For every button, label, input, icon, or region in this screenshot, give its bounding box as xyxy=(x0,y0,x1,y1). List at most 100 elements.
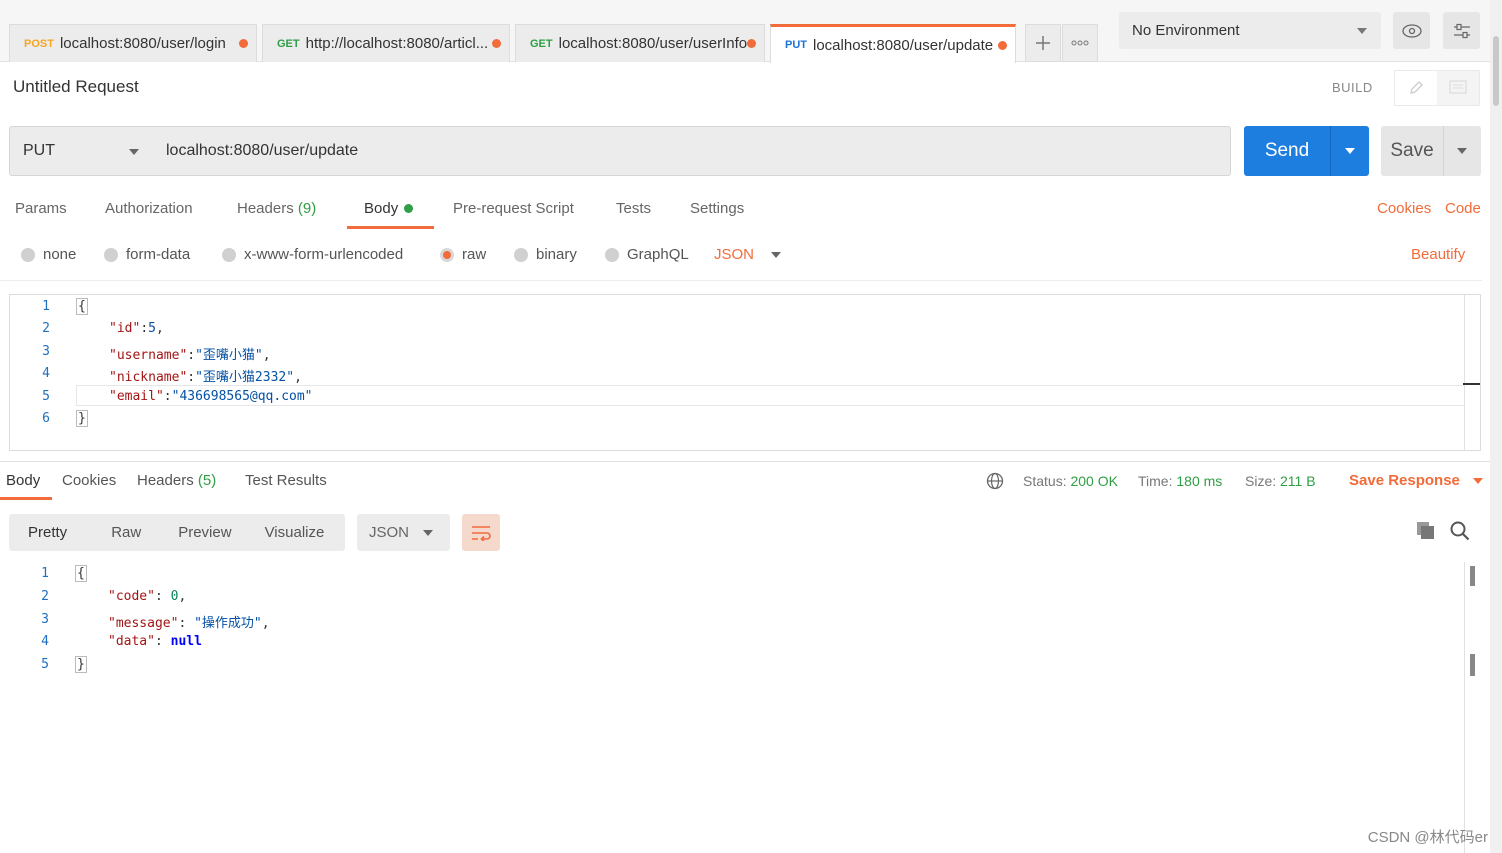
response-tab-body[interactable]: Body xyxy=(6,472,40,489)
environment-select[interactable]: No Environment xyxy=(1119,12,1381,49)
unsaved-dot-icon xyxy=(492,39,501,48)
view-preview-button[interactable]: Preview xyxy=(141,524,231,541)
line-number: 5 xyxy=(41,657,49,672)
code-link[interactable]: Code xyxy=(1445,200,1481,217)
settings-sliders-icon xyxy=(1453,23,1470,38)
request-title[interactable]: Untitled Request xyxy=(13,77,139,97)
json-value: "操作成功" xyxy=(194,616,262,631)
line-number: 2 xyxy=(42,321,50,336)
chevron-down-icon xyxy=(129,149,139,155)
scroll-marker xyxy=(1463,383,1480,385)
format-value: JSON xyxy=(714,246,755,263)
tab-settings[interactable]: Settings xyxy=(690,200,744,217)
tab-body[interactable]: Body xyxy=(364,200,414,217)
code-line: "email":"436698565@qq.com" xyxy=(109,389,313,404)
radio-urlencoded[interactable]: x-www-form-urlencoded xyxy=(222,246,403,263)
url-input[interactable]: localhost:8080/user/update xyxy=(152,126,1231,176)
globe-icon[interactable] xyxy=(986,472,1004,494)
view-visualize-button[interactable]: Visualize xyxy=(232,524,325,541)
time-value[interactable]: 180 ms xyxy=(1176,473,1222,489)
body-format-select[interactable]: JSON xyxy=(714,246,782,263)
save-response-label: Save Response xyxy=(1349,472,1460,489)
code-line: "data": null xyxy=(108,634,202,649)
radio-circle xyxy=(21,247,35,262)
view-raw-button[interactable]: Raw xyxy=(67,524,141,541)
response-divider[interactable] xyxy=(0,461,1502,462)
unsaved-dot-icon xyxy=(998,41,1007,50)
radio-graphql[interactable]: GraphQL xyxy=(605,246,689,263)
search-button[interactable] xyxy=(1450,521,1470,545)
beautify-link[interactable]: Beautify xyxy=(1411,246,1465,263)
view-pretty-button[interactable]: Pretty xyxy=(9,524,67,541)
scroll-thumb[interactable] xyxy=(1470,654,1475,676)
save-button[interactable]: Save xyxy=(1381,126,1481,176)
chevron-down-icon xyxy=(771,251,782,258)
request-tab-article[interactable]: GET http://localhost:8080/articl... xyxy=(262,24,510,62)
comments-button[interactable] xyxy=(1437,71,1479,105)
more-options-icon xyxy=(1071,40,1089,46)
response-status: Status: 200 OK xyxy=(1023,473,1118,489)
send-button[interactable]: Send xyxy=(1244,126,1369,176)
chevron-down-icon xyxy=(1457,148,1467,154)
response-body-viewer[interactable]: 1 2 3 4 5 { "code": 0, "message": "操作成功"… xyxy=(0,562,1482,853)
wrap-lines-icon xyxy=(472,525,491,541)
request-tab-login[interactable]: POST localhost:8080/user/login xyxy=(9,24,257,62)
send-options-button[interactable] xyxy=(1331,126,1369,176)
tab-tests[interactable]: Tests xyxy=(616,200,651,217)
more-tabs-button[interactable] xyxy=(1062,24,1098,62)
radio-raw[interactable]: raw xyxy=(440,246,486,263)
comment-icon xyxy=(1449,80,1467,94)
save-response-button[interactable]: Save Response xyxy=(1349,472,1484,489)
line-number: 3 xyxy=(42,344,50,359)
line-number: 4 xyxy=(42,366,50,381)
save-options-button[interactable] xyxy=(1444,126,1481,176)
mode-label: BUILD xyxy=(1332,80,1373,95)
tab-url: localhost:8080/user/update xyxy=(813,36,994,54)
response-scrollbar[interactable] xyxy=(1464,562,1482,853)
status-value[interactable]: 200 OK xyxy=(1070,473,1117,489)
editor-scrollbar[interactable] xyxy=(1464,295,1480,450)
wrap-lines-button[interactable] xyxy=(462,514,500,551)
divider xyxy=(0,280,1482,281)
tab-params[interactable]: Params xyxy=(15,200,67,217)
size-value[interactable]: 211 B xyxy=(1280,473,1316,489)
response-tab-test-results[interactable]: Test Results xyxy=(245,472,327,489)
eye-icon xyxy=(1401,23,1422,38)
environment-label: No Environment xyxy=(1132,22,1240,39)
active-tab-underline xyxy=(0,497,52,500)
response-format-select[interactable]: JSON xyxy=(357,514,450,551)
radio-form-data[interactable]: form-data xyxy=(104,246,190,263)
copy-icon xyxy=(1417,522,1434,539)
radio-none[interactable]: none xyxy=(21,246,76,263)
window-scroll-thumb[interactable] xyxy=(1493,36,1499,106)
request-body-editor[interactable]: 1 2 3 4 5 6 { "id":5, "username":"歪嘴小猫",… xyxy=(9,294,1481,451)
line-number: 1 xyxy=(41,566,49,581)
tab-pre-request-script[interactable]: Pre-request Script xyxy=(453,200,574,217)
response-tab-headers[interactable]: Headers (5) xyxy=(137,472,216,489)
request-tab-userinfo[interactable]: GET localhost:8080/user/userInfo xyxy=(515,24,765,62)
radio-label: binary xyxy=(536,246,577,263)
json-key: "nickname" xyxy=(109,370,188,385)
tab-headers[interactable]: Headers (9) xyxy=(237,200,316,217)
tab-method: PUT xyxy=(785,39,807,51)
copy-button[interactable] xyxy=(1416,521,1436,545)
cookies-link[interactable]: Cookies xyxy=(1377,200,1431,217)
tab-method: GET xyxy=(530,37,553,50)
tab-authorization[interactable]: Authorization xyxy=(105,200,193,217)
scroll-thumb[interactable] xyxy=(1470,566,1475,586)
code-line: { xyxy=(75,565,87,582)
environment-quick-look-button[interactable] xyxy=(1393,12,1430,49)
code-line: } xyxy=(76,410,88,427)
request-tab-update[interactable]: PUT localhost:8080/user/update xyxy=(770,24,1016,63)
response-tab-cookies[interactable]: Cookies xyxy=(62,472,116,489)
json-comma: , xyxy=(155,321,164,336)
new-tab-button[interactable] xyxy=(1025,24,1061,62)
method-select[interactable]: PUT xyxy=(9,126,153,176)
edit-button[interactable] xyxy=(1395,71,1437,105)
radio-binary[interactable]: binary xyxy=(514,246,577,263)
manage-environments-button[interactable] xyxy=(1443,12,1480,49)
window-scrollbar[interactable] xyxy=(1490,0,1502,853)
headers-count: (9) xyxy=(297,200,317,217)
url-value: localhost:8080/user/update xyxy=(166,142,359,159)
search-icon xyxy=(1450,521,1470,541)
